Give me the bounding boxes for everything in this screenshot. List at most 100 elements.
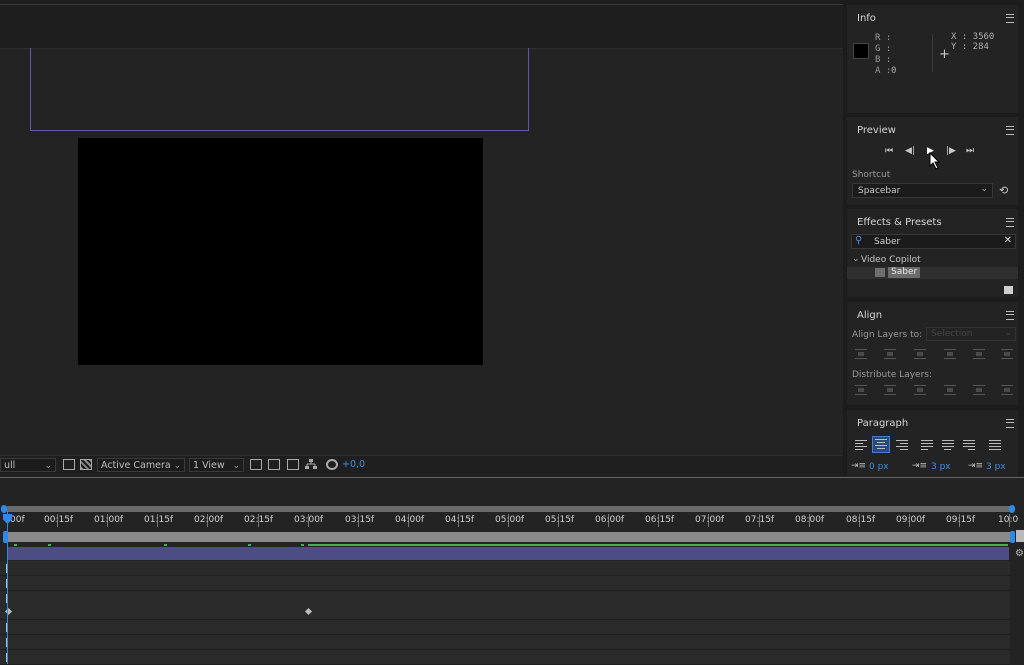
work-area-end-handle[interactable]: [1010, 531, 1015, 543]
chevron-down-icon[interactable]: ⌄: [852, 254, 860, 264]
property-row[interactable]: [0, 650, 1010, 665]
ruler-tick-label: 03:00f: [294, 515, 324, 525]
panel-menu-icon[interactable]: [1006, 419, 1014, 428]
color-swatch: [853, 43, 869, 59]
distribute-left-icon: [944, 385, 956, 395]
composition-canvas[interactable]: [78, 138, 483, 365]
panel-menu-icon[interactable]: [1006, 14, 1014, 23]
ruler-tick-label: 03:15f: [345, 515, 375, 525]
flowchart-icon[interactable]: [305, 459, 317, 470]
effects-search-input[interactable]: ⚲ Saber ✕: [851, 234, 1016, 249]
search-icon: ⚲: [855, 235, 863, 246]
ruler-tick-label: 04:15f: [445, 515, 475, 525]
chevron-down-icon: ⌄: [232, 461, 240, 471]
align-text-right-icon[interactable]: [896, 440, 908, 451]
mouse-cursor-icon: [929, 152, 941, 170]
info-r-label: R :: [875, 33, 892, 43]
fast-previews-icon[interactable]: [268, 459, 280, 470]
align-left-icon: [855, 349, 867, 359]
distribute-top-icon: [855, 385, 867, 395]
effect-item-row[interactable]: Saber: [847, 267, 1018, 279]
cache-marker: [248, 544, 251, 546]
panel-title: Effects & Presets: [857, 217, 942, 228]
ruler-tick-label: 05:00f: [495, 515, 525, 525]
property-row[interactable]: [0, 605, 1010, 620]
ruler-tick-label: 06:00f: [595, 515, 625, 525]
ruler-tick-label: 09:00f: [896, 515, 926, 525]
chevron-down-icon: ⌄: [173, 461, 181, 471]
panel-focus-border: [0, 477, 1024, 478]
transparency-grid-icon[interactable]: [80, 459, 92, 470]
chevron-down-icon: ⌄: [1004, 328, 1012, 338]
shortcut-dropdown[interactable]: Spacebar ⌄: [852, 183, 993, 198]
layer-duration-bar[interactable]: [7, 547, 1009, 560]
panel-title: Preview: [857, 125, 896, 136]
exposure-value[interactable]: +0,0: [342, 459, 365, 470]
ruler-tick-label: 01:00f: [94, 515, 124, 525]
distribute-horizontal-center-icon: [973, 385, 985, 395]
panel-menu-icon[interactable]: [1006, 218, 1014, 227]
indent-left-value[interactable]: 0 px: [869, 462, 889, 472]
first-frame-icon[interactable]: ⏮: [885, 147, 893, 156]
reset-exposure-icon[interactable]: [326, 459, 338, 470]
property-row[interactable]: [0, 561, 1010, 576]
camera-value: Active Camera: [101, 460, 171, 471]
previous-frame-icon[interactable]: ◀|: [905, 147, 915, 156]
align-right-icon: [914, 349, 926, 359]
space-before-value[interactable]: 3 px: [931, 462, 951, 472]
distribute-layers-label: Distribute Layers:: [852, 370, 933, 380]
ruler-tick-label: 05:15f: [545, 515, 575, 525]
layer-bounding-box[interactable]: [30, 48, 529, 131]
panel-title: Paragraph: [857, 418, 909, 429]
align-text-left-icon[interactable]: [855, 440, 867, 451]
chevron-down-icon: ⌄: [980, 184, 988, 194]
indent-left-icon: ⇥≡: [851, 461, 867, 471]
justify-all-icon[interactable]: [989, 440, 1001, 451]
effects-folder[interactable]: Video Copilot: [861, 255, 921, 265]
toggle-pixel-aspect-icon[interactable]: [250, 459, 262, 470]
ruler-tick-label: 02:00f: [194, 515, 224, 525]
property-row[interactable]: [0, 635, 1010, 650]
justify-last-right-icon[interactable]: [963, 440, 975, 451]
cache-marker: [48, 544, 51, 546]
next-frame-icon[interactable]: |▶: [946, 147, 956, 156]
panel-menu-icon[interactable]: [1006, 311, 1014, 320]
ruler-tick-label: 00:15f: [44, 515, 74, 525]
new-folder-icon[interactable]: [1004, 286, 1013, 294]
ruler-tick-label: 02:15f: [244, 515, 274, 525]
last-frame-icon[interactable]: ⏭: [966, 147, 974, 156]
cached-frames-indicator: [308, 544, 1008, 546]
space-after-value[interactable]: 3 px: [986, 462, 1006, 472]
property-row[interactable]: [0, 620, 1010, 635]
justify-last-center-icon[interactable]: [942, 440, 954, 451]
property-row[interactable]: [0, 576, 1010, 591]
close-icon[interactable]: ✕: [1004, 235, 1012, 246]
viewer-toolbar: ull ⌄ Active Camera ⌄ 1 View ⌄ +0,0: [0, 455, 843, 476]
effect-preset-icon: [875, 268, 885, 277]
playhead-line[interactable]: [7, 511, 8, 664]
reset-icon[interactable]: ⟲: [999, 184, 1008, 197]
ruler-tick-label: 08:00f: [795, 515, 825, 525]
view-layout-dropdown[interactable]: 1 View ⌄: [189, 458, 244, 472]
align-bottom-icon: [1001, 349, 1013, 359]
comp-end-marker-icon: [1016, 530, 1024, 542]
resolution-dropdown[interactable]: ull ⌄: [0, 458, 56, 472]
camera-dropdown[interactable]: Active Camera ⌄: [97, 458, 185, 472]
work-area-bar[interactable]: [5, 532, 1012, 542]
comp-button-icon[interactable]: ⚙: [1015, 548, 1024, 559]
cache-marker: [301, 544, 304, 546]
ruler-tick-label: 10:0: [998, 515, 1019, 525]
navigator-end-handle[interactable]: [1009, 505, 1015, 513]
distribute-right-icon: [1001, 385, 1013, 395]
property-row[interactable]: [0, 591, 1010, 606]
info-y-value: Y : 284: [951, 42, 989, 52]
justify-last-left-icon[interactable]: [921, 440, 933, 451]
keyframe-icon[interactable]: [304, 607, 313, 616]
distribute-vertical-center-icon: [884, 385, 896, 395]
divider: [0, 4, 843, 5]
timeline-icon[interactable]: [287, 459, 299, 470]
align-text-center-icon[interactable]: [872, 436, 890, 453]
region-of-interest-icon[interactable]: [63, 459, 75, 470]
panel-menu-icon[interactable]: [1006, 126, 1014, 135]
time-navigator[interactable]: [5, 506, 1013, 512]
